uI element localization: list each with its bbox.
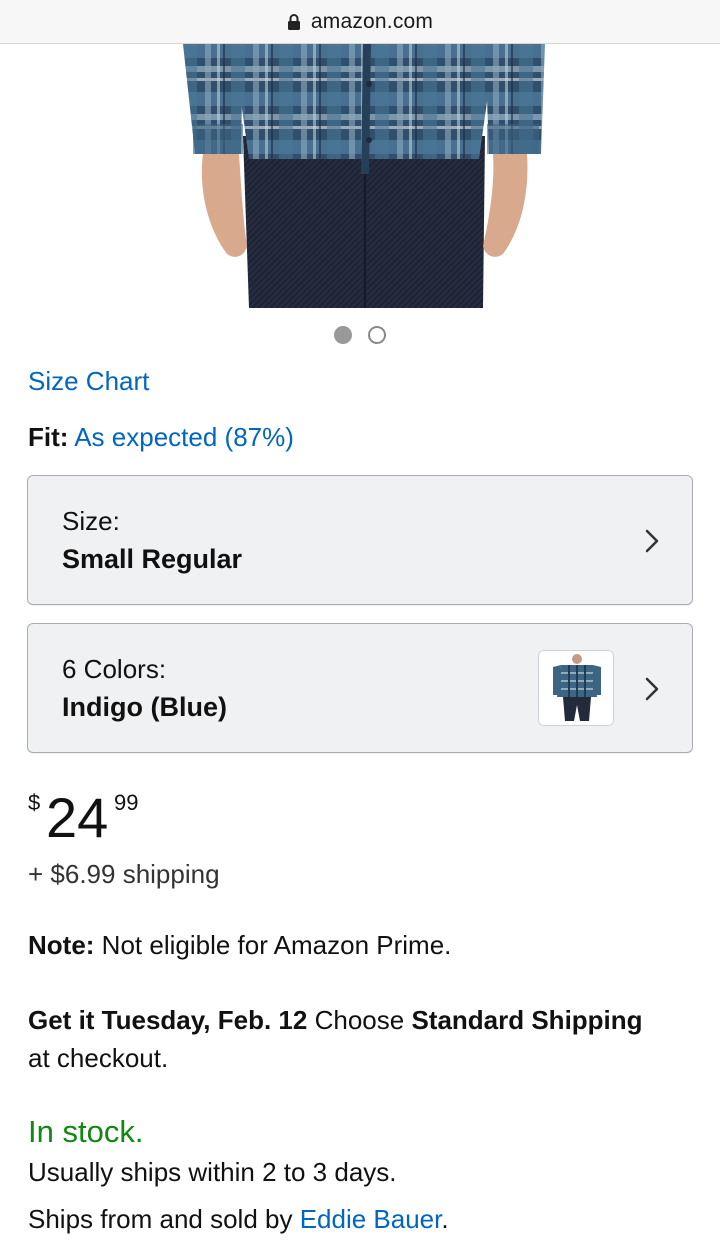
lock-icon — [287, 13, 300, 30]
plaid-shirt-photo — [183, 44, 545, 308]
delivery-end-text: at checkout. — [28, 1043, 169, 1073]
color-selector[interactable]: 6 Colors: Indigo (Blue) — [27, 623, 693, 753]
color-swatch-thumbnail — [538, 650, 614, 726]
price-whole: 24 — [46, 786, 109, 849]
ships-within-text: Usually ships within 2 to 3 days. — [28, 1157, 397, 1187]
url-text: amazon.com — [310, 9, 434, 33]
fit-label: Fit: — [28, 422, 69, 452]
fit-value-link[interactable]: As expected (87%) — [74, 422, 294, 452]
carousel-dot[interactable] — [368, 326, 386, 344]
size-selector-label: Size: — [62, 506, 120, 536]
carousel-dot-active[interactable] — [334, 326, 352, 344]
size-selector[interactable]: Size: Small Regular — [27, 475, 693, 605]
note-label: Note: — [28, 930, 95, 960]
in-stock-status: In stock. — [28, 1114, 144, 1149]
delivery-estimate: Get it Tuesday, Feb. 12 Choose Standard … — [28, 1001, 668, 1077]
fit-info: Fit: As expected (87%) — [28, 422, 294, 453]
product-image[interactable] — [183, 44, 545, 308]
chevron-right-icon — [645, 677, 659, 701]
chevron-right-icon — [645, 529, 659, 553]
color-selector-value: Indigo (Blue) — [62, 692, 227, 722]
shipping-cost: + $6.99 shipping — [28, 859, 220, 889]
image-carousel-dots — [0, 326, 720, 344]
delivery-date: Get it Tuesday, Feb. 12 — [28, 1005, 308, 1035]
delivery-option: Standard Shipping — [411, 1005, 643, 1035]
delivery-choose-text: Choose — [314, 1005, 405, 1035]
note-text: Not eligible for Amazon Prime. — [101, 930, 452, 960]
price-currency-symbol: $ — [28, 790, 41, 815]
color-selector-label: 6 Colors: — [62, 654, 167, 684]
sold-by-suffix: . — [441, 1204, 449, 1234]
size-selector-value: Small Regular — [62, 544, 243, 574]
size-chart-link[interactable]: Size Chart — [28, 366, 149, 397]
seller-link[interactable]: Eddie Bauer — [300, 1204, 442, 1234]
browser-url-bar[interactable]: amazon.com — [0, 0, 720, 44]
sold-by-prefix: Ships from and sold by — [28, 1204, 293, 1234]
price-fraction: 99 — [114, 790, 139, 815]
sold-by-text: Ships from and sold by Eddie Bauer. — [28, 1204, 449, 1235]
shirt-thumbnail-icon — [539, 651, 613, 725]
prime-note: Note: Not eligible for Amazon Prime. — [28, 930, 451, 961]
